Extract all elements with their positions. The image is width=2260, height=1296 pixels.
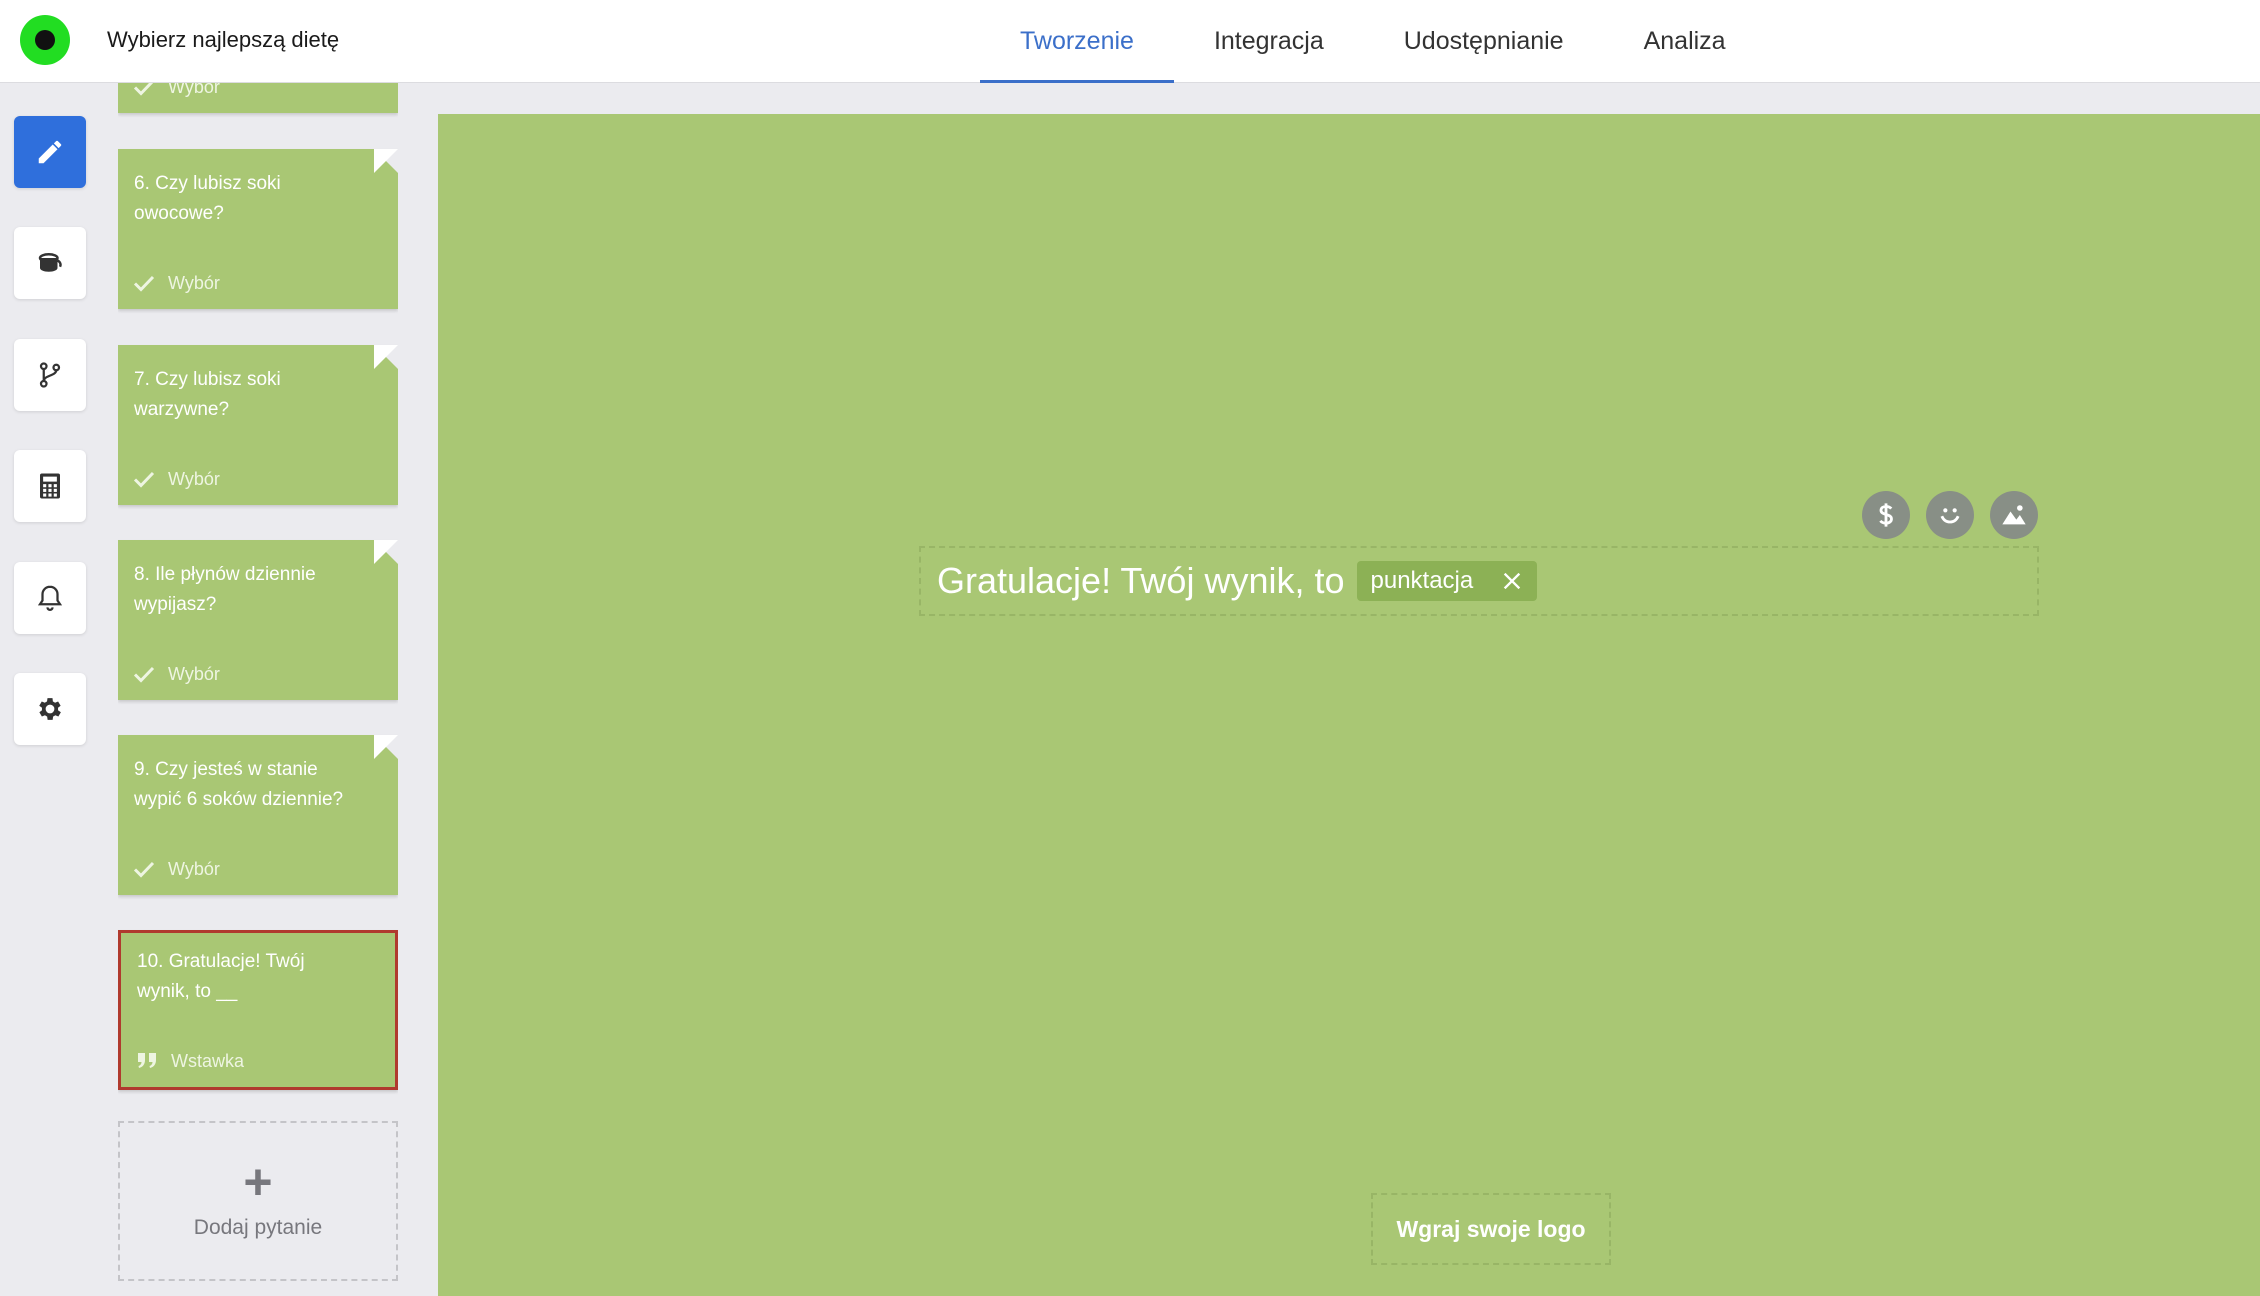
branch-icon	[39, 362, 61, 388]
tab-analiza[interactable]: Analiza	[1604, 0, 1766, 83]
gear-icon	[39, 698, 61, 720]
dollar-icon	[1879, 503, 1893, 527]
calculator-icon	[40, 473, 60, 499]
insert-emoji-button[interactable]	[1926, 491, 1974, 539]
insert-currency-button[interactable]	[1862, 491, 1910, 539]
question-type-label: Wybór	[168, 83, 220, 97]
add-question-label: Dodaj pytanie	[193, 1216, 323, 1239]
question-card-9[interactable]: 9. Czy jesteś w stanie wypić 6 soków dzi…	[118, 735, 398, 895]
image-icon	[2002, 505, 2026, 525]
check-icon	[133, 666, 155, 683]
tool-edit-button[interactable]	[14, 116, 86, 188]
question-type-label: Wybór	[168, 468, 220, 489]
check-icon	[133, 861, 155, 878]
tool-notifications-button[interactable]	[14, 562, 86, 634]
bell-icon	[37, 585, 63, 611]
tab-udostepnianie[interactable]: Udostępnianie	[1364, 0, 1604, 83]
question-list[interactable]: Wybór 6. Czy lubisz soki owocowe? Wybór …	[118, 83, 398, 1296]
insert-toolbar	[1862, 491, 2054, 539]
smiley-icon	[1940, 508, 1960, 524]
editor-canvas[interactable]: Gratulacje! Twój wynik, to punktacja Wgr…	[438, 114, 2260, 1296]
upload-logo-button[interactable]: Wgraj swoje logo	[1371, 1193, 1611, 1265]
question-type-label: Wybór	[168, 858, 220, 879]
check-icon	[133, 83, 154, 96]
check-icon	[133, 275, 155, 292]
tool-calculator-button[interactable]	[14, 450, 86, 522]
question-card-7[interactable]: 7. Czy lubisz soki warzywne? Wybór	[118, 345, 398, 505]
tool-design-button[interactable]	[14, 227, 86, 299]
plus-icon: +	[243, 1154, 273, 1210]
question-card-partial[interactable]: Wybór	[118, 83, 398, 113]
main-tabs: Tworzenie Integracja Udostępnianie Anali…	[980, 0, 1766, 83]
question-title: 8. Ile płynów dziennie wypijasz?	[134, 564, 316, 615]
paint-bucket-icon	[38, 253, 62, 272]
tab-integracja[interactable]: Integracja	[1174, 0, 1364, 83]
question-title: 10. Gratulacje! Twój wynik, to __	[137, 951, 305, 1002]
insert-image-button[interactable]	[1990, 491, 2038, 539]
tool-logic-button[interactable]	[14, 339, 86, 411]
top-bar: Wybierz najlepszą dietę Tworzenie Integr…	[0, 0, 2260, 83]
question-type-label: Wybór	[168, 272, 220, 293]
score-variable-chip[interactable]: punktacja	[1356, 561, 1538, 601]
check-icon	[133, 471, 155, 488]
question-type-label: Wybór	[168, 663, 220, 684]
chip-label: punktacja	[1370, 567, 1474, 594]
result-text[interactable]: Gratulacje! Twój wynik, to	[937, 560, 1345, 602]
tool-settings-button[interactable]	[14, 673, 86, 745]
pencil-icon	[38, 140, 62, 164]
add-question-button[interactable]: + Dodaj pytanie	[118, 1121, 398, 1281]
quote-icon	[138, 1053, 156, 1068]
close-icon[interactable]	[1501, 570, 1523, 592]
survey-title[interactable]: Wybierz najlepszą dietę	[107, 27, 339, 53]
question-card-10[interactable]: 10. Gratulacje! Twój wynik, to __ Wstawk…	[118, 930, 398, 1090]
question-title: 9. Czy jesteś w stanie wypić 6 soków dzi…	[134, 759, 344, 810]
question-card-8[interactable]: 8. Ile płynów dziennie wypijasz? Wybór	[118, 540, 398, 700]
question-type-label: Wstawka	[171, 1050, 245, 1071]
question-title: 6. Czy lubisz soki owocowe?	[134, 173, 281, 224]
question-card-6[interactable]: 6. Czy lubisz soki owocowe? Wybór	[118, 149, 398, 309]
tab-tworzenie[interactable]: Tworzenie	[980, 0, 1174, 83]
question-title: 7. Czy lubisz soki warzywne?	[134, 369, 281, 420]
app-logo[interactable]	[20, 15, 70, 65]
result-text-box[interactable]: Gratulacje! Twój wynik, to punktacja	[919, 546, 2039, 616]
